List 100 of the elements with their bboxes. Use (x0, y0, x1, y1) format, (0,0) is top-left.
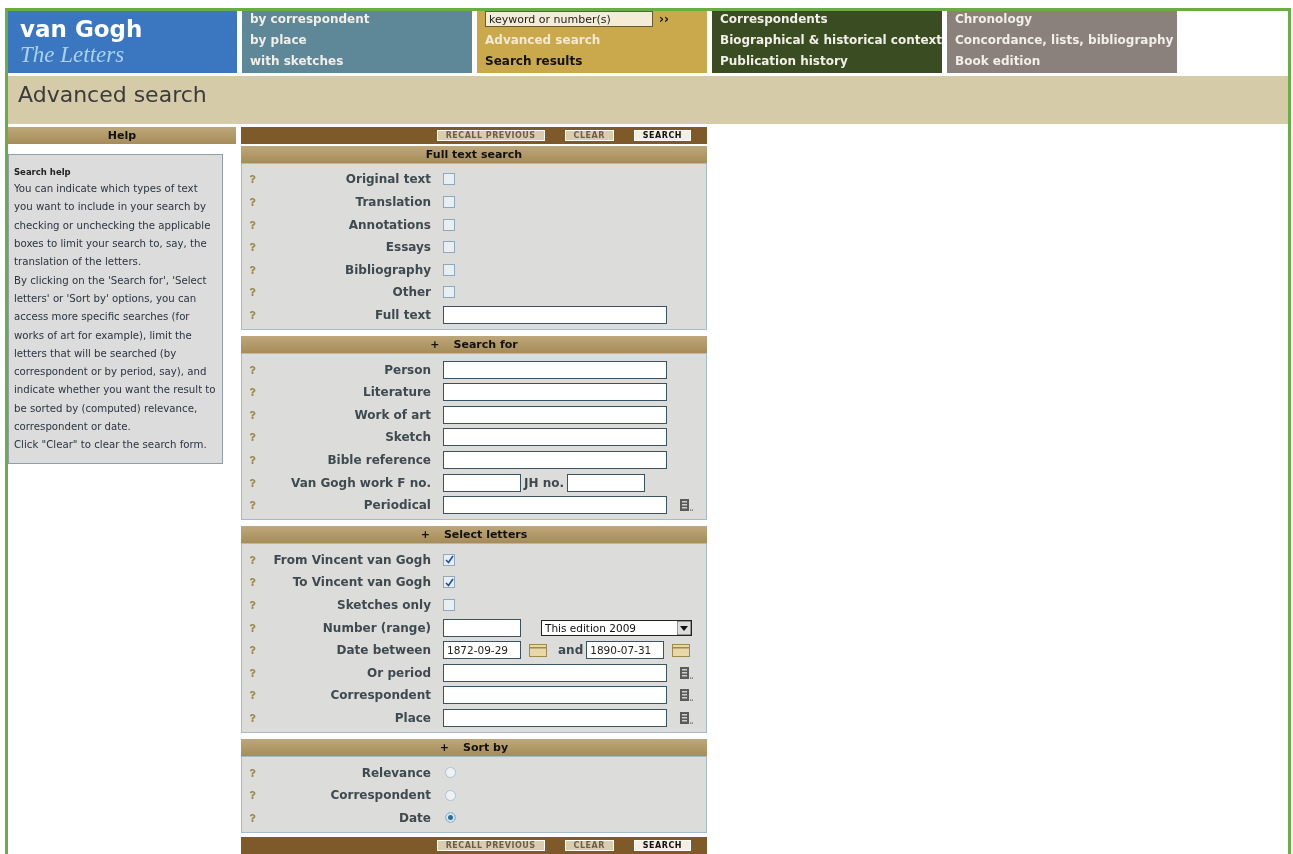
field-label: JH no. (524, 475, 565, 490)
help-title: Search help (14, 167, 72, 178)
field-label: Or period (366, 665, 431, 680)
help-icon[interactable] (249, 501, 256, 510)
help-icon[interactable] (249, 456, 256, 464)
logo-subtitle: The Letters (20, 42, 126, 68)
field-label: Date (398, 810, 431, 825)
checkbox[interactable] (443, 553, 455, 566)
keyword-field[interactable]: keyword or number(s) (485, 11, 653, 27)
section-header[interactable]: + Sort by (241, 739, 707, 757)
field-label: Bibliography (344, 262, 431, 277)
help-icon[interactable] (249, 691, 256, 700)
edition-dropdown[interactable]: This edition 2009 (541, 619, 692, 636)
field-label: Correspondent (329, 688, 431, 703)
field-label: Relevance (360, 765, 431, 780)
field-label: Sketches only (336, 597, 431, 612)
text-field[interactable] (443, 451, 667, 469)
toolbar-button[interactable]: SEARCH (633, 840, 691, 851)
field-label: Place (393, 710, 431, 725)
text-field[interactable] (443, 306, 667, 324)
nav-link[interactable]: Search results (485, 53, 583, 69)
help-icon[interactable] (249, 768, 256, 777)
expand-toggle[interactable]: + (420, 528, 430, 542)
radio-button[interactable] (445, 767, 456, 778)
help-icon[interactable] (249, 813, 256, 822)
text-field[interactable] (443, 428, 667, 447)
text-field[interactable] (567, 473, 646, 492)
help-icon[interactable] (249, 555, 256, 564)
section-title: Search for (453, 338, 518, 352)
section-header[interactable]: + Search for (241, 336, 707, 354)
nav-link[interactable]: Biographical & historical context (720, 32, 943, 48)
list-icon[interactable] (679, 688, 693, 703)
text-field[interactable] (443, 360, 667, 379)
help-icon[interactable] (249, 388, 256, 397)
checkbox[interactable] (443, 598, 455, 611)
text-field[interactable] (443, 405, 667, 424)
field-label: To Vincent van Gogh (291, 575, 431, 590)
field-label: Sketch (384, 430, 431, 445)
help-icon[interactable] (249, 288, 256, 297)
checkbox[interactable] (443, 263, 455, 276)
help-icon[interactable] (249, 175, 256, 184)
radio-button[interactable] (445, 789, 456, 801)
checkbox[interactable] (443, 286, 455, 299)
nav-link[interactable]: Publication history (720, 53, 848, 69)
calendar-icon[interactable] (529, 643, 547, 657)
text-field[interactable] (443, 708, 667, 727)
logo[interactable]: van Gogh The Letters (8, 11, 237, 73)
field-label: Person (383, 362, 431, 377)
list-icon[interactable] (679, 665, 693, 680)
help-icon[interactable] (249, 365, 256, 374)
field-label: Van Gogh work F no. (290, 475, 431, 490)
field-label: Translation (354, 195, 431, 210)
help-icon[interactable] (249, 791, 256, 800)
text-field[interactable] (443, 473, 521, 492)
checkbox[interactable] (443, 218, 455, 231)
help-icon[interactable] (249, 198, 256, 207)
text-field[interactable] (443, 496, 667, 515)
text-field[interactable] (443, 663, 667, 682)
help-icon[interactable] (249, 713, 256, 722)
section-title: Sort by (463, 741, 509, 755)
checkbox[interactable] (443, 173, 455, 186)
help-icon[interactable] (249, 646, 256, 655)
calendar-icon[interactable] (672, 643, 691, 657)
dropdown-arrow-icon[interactable] (677, 620, 691, 635)
field-label: From Vincent van Gogh (272, 552, 431, 567)
help-icon[interactable] (249, 478, 256, 487)
help-icon[interactable] (249, 668, 256, 677)
text-field[interactable] (443, 686, 667, 705)
help-icon[interactable] (249, 220, 256, 229)
field-label: Annotations (347, 217, 431, 232)
text-field[interactable] (443, 618, 521, 637)
list-icon[interactable] (679, 710, 693, 725)
field-label: Full text (374, 308, 431, 322)
expand-toggle[interactable]: + (430, 338, 440, 352)
help-icon[interactable] (249, 243, 256, 252)
expand-toggle[interactable]: + (439, 741, 450, 755)
field-label: and (558, 643, 584, 658)
help-icon[interactable] (249, 265, 256, 274)
help-icon[interactable] (249, 623, 256, 632)
field-label: Original text (344, 172, 431, 187)
section-header[interactable]: + Select letters (241, 526, 707, 544)
list-icon[interactable] (679, 498, 693, 513)
field-label: Bible reference (326, 453, 431, 467)
radio-button[interactable] (445, 812, 456, 824)
help-icon[interactable] (249, 410, 256, 419)
checkbox[interactable] (443, 576, 455, 589)
field-label: Essays (384, 240, 431, 255)
toolbar-button[interactable]: SEARCH (633, 130, 691, 142)
help-header: Help (8, 127, 236, 145)
help-icon[interactable] (249, 600, 256, 609)
help-icon[interactable] (249, 433, 256, 442)
date-field[interactable]: 1890-07-31 (586, 641, 665, 660)
checkbox[interactable] (443, 241, 455, 254)
date-field[interactable]: 1872-09-29 (443, 641, 521, 660)
nav-link[interactable]: Correspondents (720, 11, 828, 27)
checkbox[interactable] (443, 196, 455, 209)
go-link[interactable]: ›› (659, 12, 669, 26)
help-icon[interactable] (249, 311, 256, 319)
text-field[interactable] (443, 383, 667, 402)
help-icon[interactable] (249, 578, 256, 587)
